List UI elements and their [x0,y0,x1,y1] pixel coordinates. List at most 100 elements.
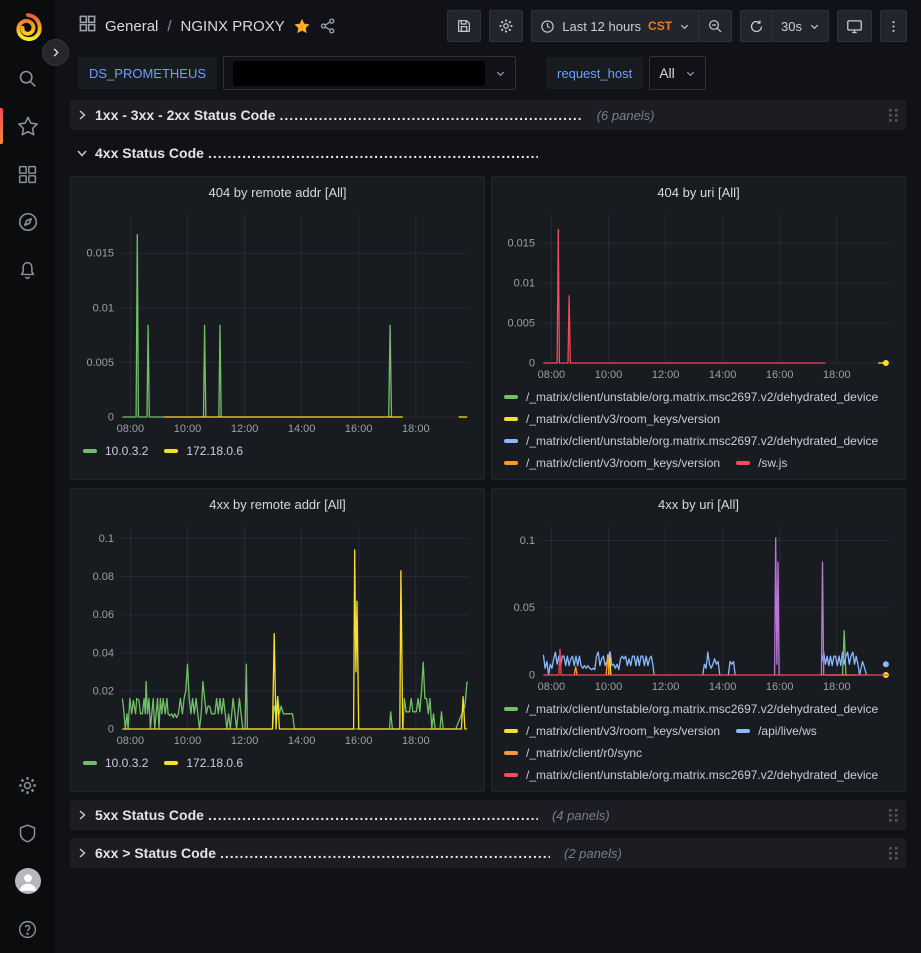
panel-legend: 10.0.3.2 172.18.0.6 [79,440,476,466]
dashboard-row-6xx[interactable]: 6xx > Status Code ......................… [70,838,906,868]
legend-swatch [504,395,518,399]
variables-submenu: DS_PROMETHEUS request_host All [55,52,921,94]
zoom-out-time-button[interactable] [698,10,732,42]
svg-text:0.005: 0.005 [86,357,114,369]
dashboard-row-5xx[interactable]: 5xx Status Code ........................… [70,800,906,830]
panel-legend: /_matrix/client/unstable/org.matrix.msc2… [500,386,897,478]
compass-icon [17,211,39,233]
panel-title[interactable]: 404 by remote addr [All] [79,181,476,205]
row-title: 6xx > Status Code [95,845,216,861]
legend-item[interactable]: /_matrix/client/unstable/org.matrix.msc2… [504,768,878,782]
legend-item[interactable]: /_matrix/client/v3/room_keys/version [504,456,720,470]
legend-item[interactable]: 10.0.3.2 [83,444,148,458]
sidebar-item-profile[interactable] [0,857,55,905]
svg-text:08:00: 08:00 [117,423,145,435]
star-icon [17,115,39,137]
sidebar-item-alerting[interactable] [0,246,55,294]
redacted-value [233,61,485,86]
legend-item[interactable]: /api/live/ws [736,724,817,738]
panel-title[interactable]: 4xx by remote addr [All] [79,493,476,517]
time-range-picker[interactable]: Last 12 hours CST [531,10,698,42]
sidebar-item-explore[interactable] [0,198,55,246]
svg-text:0.005: 0.005 [507,318,535,330]
legend-item[interactable]: /_matrix/client/v3/room_keys/version [504,724,720,738]
breadcrumb-dashboard-title: NGINX PROXY [181,18,285,35]
legend-swatch [164,449,178,453]
sidebar-item-configuration[interactable] [0,761,55,809]
panel-title[interactable]: 4xx by uri [All] [500,493,897,517]
dashboard-header: General / NGINX PROXY [55,0,921,52]
svg-text:0: 0 [529,670,535,682]
legend-item[interactable]: /_matrix/client/unstable/org.matrix.msc2… [504,434,878,448]
legend-item[interactable]: 10.0.3.2 [83,756,148,770]
legend-swatch [504,773,518,777]
drag-handle-icon[interactable] [887,107,900,124]
legend-swatch [164,761,178,765]
timeseries-chart[interactable]: 00.050.108:0010:0012:0014:0016:0018:00 [500,517,897,698]
breadcrumb-folder[interactable]: General [105,18,158,35]
clock-icon [540,19,555,34]
legend-item[interactable]: /_matrix/client/r0/sync [504,746,642,760]
apps-grid-icon [78,14,97,38]
svg-text:16:00: 16:00 [766,369,794,381]
panel-4xx-by-remote-addr: 4xx by remote addr [All] 00.020.040.060.… [70,488,485,792]
legend-label: 10.0.3.2 [105,444,148,458]
share-icon[interactable] [319,17,337,35]
panel-404-by-uri: 404 by uri [All] 00.0050.010.01508:0010:… [491,176,906,480]
dashboard-settings-button[interactable] [489,10,523,42]
refresh-button[interactable] [740,10,772,42]
legend-label: /_matrix/client/r0/sync [526,746,642,760]
sidebar-expand-button[interactable] [42,39,69,66]
legend-swatch [736,729,750,733]
row-title: 5xx Status Code [95,807,204,823]
legend-item[interactable]: /_matrix/client/unstable/org.matrix.msc2… [504,702,878,716]
panel-grid: 404 by remote addr [All] 00.0050.010.015… [70,176,906,480]
timeseries-chart[interactable]: 00.0050.010.01508:0010:0012:0014:0016:00… [500,205,897,386]
row-panel-count: (6 panels) [597,108,655,123]
dashboard-row-1xx-3xx-2xx[interactable]: 1xx - 3xx - 2xx Status Code ............… [70,100,906,130]
panel-legend: 10.0.3.2 172.18.0.6 [79,752,476,778]
drag-handle-icon[interactable] [887,807,900,824]
sidebar-item-dashboards[interactable] [0,150,55,198]
refresh-interval-picker[interactable]: 30s [772,10,829,42]
drag-handle-icon[interactable] [887,845,900,862]
dashboard-body: 1xx - 3xx - 2xx Status Code ............… [55,94,921,953]
legend-item[interactable]: /_matrix/client/v3/room_keys/version [504,412,720,426]
svg-text:16:00: 16:00 [345,423,373,435]
svg-text:08:00: 08:00 [538,681,566,693]
refresh-interval-label: 30s [781,19,802,34]
legend-label: 172.18.0.6 [186,756,243,770]
sidebar-item-help[interactable] [0,905,55,953]
panel-grid: 4xx by remote addr [All] 00.020.040.060.… [70,488,906,792]
favorite-star-icon[interactable] [293,17,311,35]
svg-text:12:00: 12:00 [231,423,259,435]
main-area: General / NGINX PROXY [55,0,921,953]
legend-item[interactable]: 172.18.0.6 [164,444,243,458]
legend-label: /_matrix/client/unstable/org.matrix.msc2… [526,434,878,448]
legend-item[interactable]: /sw.js [736,456,787,470]
gear-icon [498,18,514,34]
legend-swatch [504,461,518,465]
chevron-right-icon [50,47,61,58]
variable-select-request-host[interactable]: All [649,56,706,90]
cycle-view-mode-button[interactable] [837,10,872,42]
legend-item[interactable]: /_matrix/client/unstable/org.matrix.msc2… [504,390,878,404]
svg-text:10:00: 10:00 [595,369,623,381]
svg-text:0.02: 0.02 [93,685,114,697]
svg-text:16:00: 16:00 [345,735,373,747]
svg-text:0.015: 0.015 [86,248,114,260]
save-dashboard-button[interactable] [447,10,481,42]
timeseries-chart[interactable]: 00.020.040.060.080.108:0010:0012:0014:00… [79,517,476,752]
timeseries-chart[interactable]: 00.0050.010.01508:0010:0012:0014:0016:00… [79,205,476,440]
more-options-button[interactable] [880,10,907,42]
variable-select-ds-prometheus[interactable] [223,56,516,90]
grafana-logo-icon [13,12,43,42]
time-picker-group: Last 12 hours CST [531,10,732,42]
legend-label: /_matrix/client/v3/room_keys/version [526,412,720,426]
row-title: 4xx Status Code [95,145,204,161]
legend-item[interactable]: 172.18.0.6 [164,756,243,770]
dashboard-row-4xx[interactable]: 4xx Status Code ........................… [70,138,906,168]
sidebar-item-server-admin[interactable] [0,809,55,857]
panel-title[interactable]: 404 by uri [All] [500,181,897,205]
sidebar-item-starred[interactable] [0,102,55,150]
